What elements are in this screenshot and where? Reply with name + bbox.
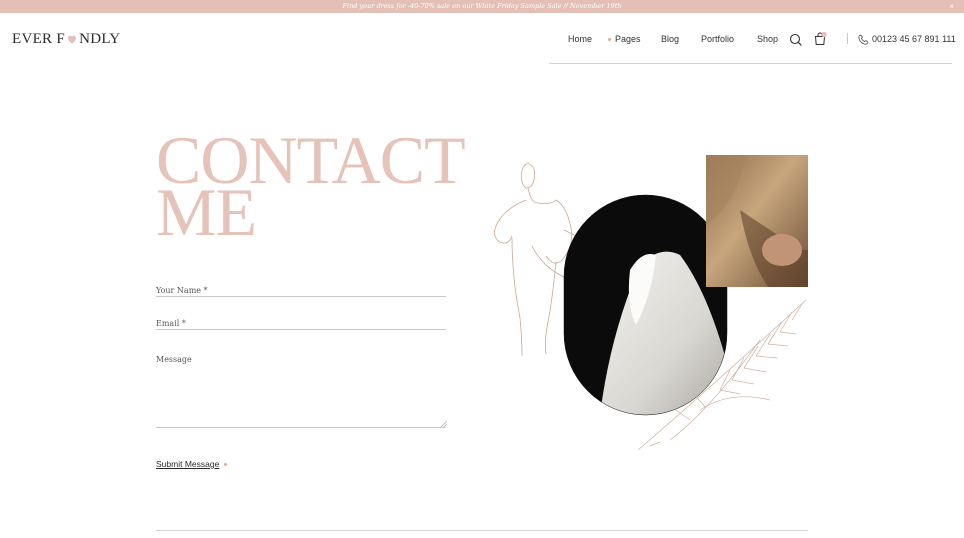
nav-item-shop[interactable]: Shop [757, 34, 778, 44]
heart-icon [68, 35, 77, 44]
dress-photo [564, 195, 727, 415]
decorative-artwork [494, 155, 808, 451]
message-field[interactable]: Message [156, 355, 192, 364]
section-divider [156, 530, 808, 531]
logo-text-right: NDLY [79, 30, 121, 47]
page-title: CONTACT ME [156, 126, 486, 246]
nav-item-home[interactable]: Home [568, 34, 592, 44]
submit-dot [224, 463, 227, 466]
phone-contact[interactable]: 00123 45 67 891 111 [858, 31, 956, 47]
name-field[interactable]: Your Name * [156, 286, 208, 295]
logo-text-left: EVER F [12, 30, 66, 47]
announcement-text: Find your dress for -40-70% sale on our … [342, 2, 622, 10]
submit-button[interactable]: Submit Message [156, 459, 219, 469]
phone-number: 00123 45 67 891 111 [872, 34, 956, 44]
email-field[interactable]: Email * [156, 319, 186, 328]
name-field-underline [156, 296, 446, 297]
active-dot [608, 38, 611, 42]
nav-item-blog[interactable]: Blog [661, 34, 679, 44]
nav-item-pages[interactable]: Pages [608, 34, 641, 44]
shopping-bag-icon[interactable] [812, 31, 828, 47]
close-icon[interactable]: × [949, 0, 954, 13]
resize-handle-icon[interactable] [441, 421, 447, 427]
phone-icon [858, 34, 869, 44]
header-divider [847, 33, 848, 44]
message-field-underline [156, 427, 446, 428]
portrait-photo [706, 155, 808, 287]
nav-item-portfolio[interactable]: Portfolio [701, 34, 734, 44]
email-field-underline [156, 329, 446, 330]
site-logo[interactable]: EVER F NDLY [12, 30, 120, 48]
header-underline [549, 63, 952, 64]
search-icon[interactable] [788, 31, 804, 47]
nav-item-pages-label: Pages [615, 34, 641, 44]
announcement-bar: Find your dress for -40-70% sale on our … [0, 0, 964, 13]
